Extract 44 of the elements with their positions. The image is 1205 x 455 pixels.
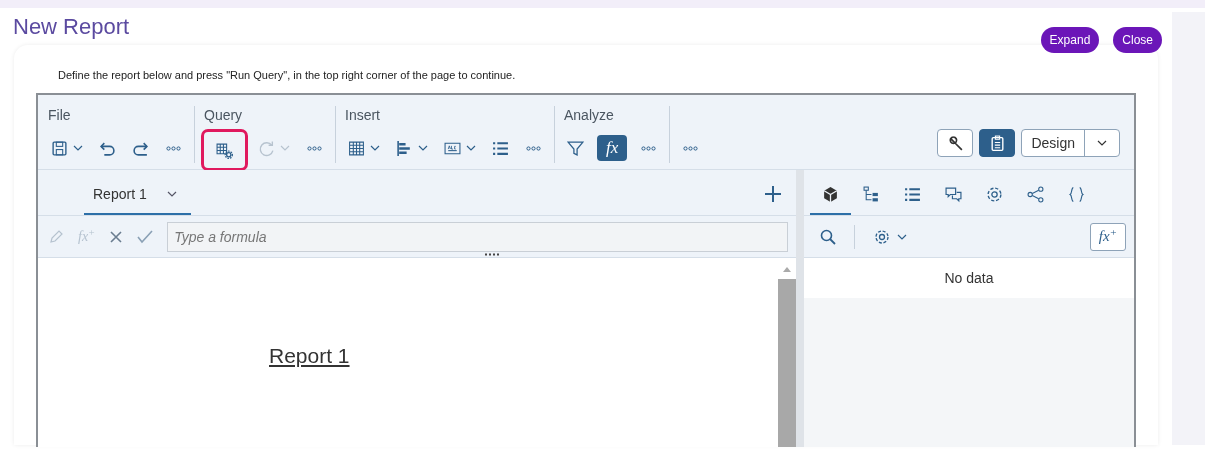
close-icon[interactable]: [109, 229, 124, 244]
settings-icon: [986, 185, 1003, 203]
more-icon: [640, 145, 658, 151]
caret-icon: [1097, 140, 1107, 146]
formula-field[interactable]: Type a formula: [167, 221, 788, 252]
function-button[interactable]: fx: [597, 135, 628, 161]
hierarchy-icon: [863, 185, 880, 203]
checkmark-icon[interactable]: [137, 229, 154, 244]
table-settings-button[interactable]: [204, 132, 245, 168]
empty-message: No data: [944, 268, 994, 288]
bar-chart-icon: [396, 139, 413, 157]
caret-icon: [166, 191, 177, 197]
comments-icon: [945, 185, 962, 203]
caret-icon: [897, 233, 907, 240]
more-icon: [525, 145, 542, 151]
cube-icon: [822, 185, 839, 203]
save-icon: [51, 139, 68, 157]
more-icon: [682, 145, 700, 151]
instruction-text: Define the report below and press "Run Query", in the top right corner of the page to continue.: [57, 68, 517, 83]
report-title: Report 1: [269, 344, 350, 367]
insert-function-button[interactable]: fx$^{+}$: [1090, 222, 1126, 251]
clipboard-button[interactable]: [979, 129, 1016, 157]
more-icon: [165, 145, 182, 151]
toolbar-group-label: Analyze: [564, 106, 615, 124]
add-icon[interactable]: [764, 185, 782, 203]
table-icon: [348, 139, 365, 157]
braces-icon: [1068, 185, 1085, 203]
search-icon[interactable]: [820, 228, 836, 245]
toolbar-group-label: Query: [204, 106, 244, 124]
clipboard-icon: [988, 134, 1006, 152]
refresh-icon: [258, 139, 275, 157]
resize-handle-icon[interactable]: [484, 253, 500, 256]
list-icon: [904, 185, 921, 203]
table-settings-icon: [216, 141, 233, 159]
toolbar-group-label: Insert: [345, 106, 381, 124]
header-button[interactable]: Expand: [1040, 27, 1100, 53]
page-title: New Report: [13, 14, 130, 40]
toolbar-group-label: File: [48, 106, 72, 124]
share-icon: [1027, 185, 1044, 203]
filter-icon: [567, 139, 584, 157]
more-icon: [306, 145, 323, 151]
scroll-up-icon[interactable]: [782, 266, 792, 273]
header-button[interactable]: Close: [1113, 27, 1162, 53]
list-icon: [492, 139, 509, 157]
